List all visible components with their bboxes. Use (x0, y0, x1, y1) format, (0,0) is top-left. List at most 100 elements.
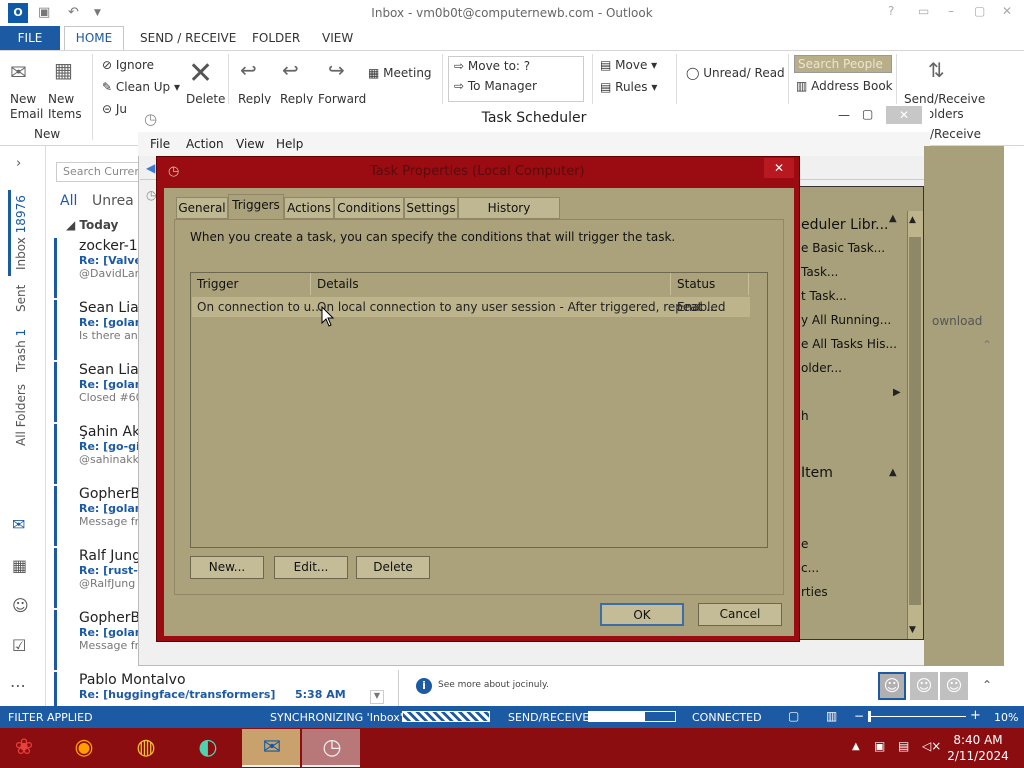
collapse-section-icon[interactable]: ▲ (889, 467, 897, 478)
network-icon[interactable]: ▤ (898, 739, 909, 753)
back-icon[interactable]: ◀ (146, 161, 155, 175)
scroll-up-icon[interactable]: ▲ (909, 215, 916, 225)
nav-trash[interactable]: Trash 1 (14, 329, 28, 372)
nav-inbox[interactable]: Inbox 18976 (14, 195, 28, 270)
tab-settings[interactable]: Settings (404, 197, 458, 219)
list-item[interactable]: Şahin AkRe: [go-git@sahinakk (54, 424, 138, 484)
submenu-arrow-icon[interactable]: ▶ (893, 387, 901, 398)
contact-photo-icon[interactable]: ☺ (910, 672, 938, 700)
delete-trigger-button[interactable]: Delete (356, 556, 430, 579)
action-partial-2[interactable]: c... (801, 561, 819, 575)
cancel-button[interactable]: Cancel (698, 603, 782, 626)
quick-step-move-to[interactable]: ⇨ Move to: ? (454, 59, 530, 74)
show-hidden-icons-icon[interactable]: ▲ (852, 741, 860, 752)
list-item[interactable]: Ralf JungRe: [rust-la@RalfJung (54, 548, 138, 608)
expand-folder-pane-icon[interactable]: › (16, 156, 21, 171)
action-create-basic-task[interactable]: e Basic Task... (801, 241, 885, 255)
mail-icon[interactable]: ✉ (12, 515, 25, 534)
list-item[interactable]: Pablo Montalvo Re: [huggingface/transfor… (54, 672, 370, 706)
zoom-slider[interactable] (868, 716, 966, 717)
maximize-icon[interactable]: ▢ (974, 4, 985, 18)
zoom-level[interactable]: 10% (994, 711, 1018, 724)
app-icon[interactable]: ◐ (188, 731, 228, 765)
action-new-folder[interactable]: older... (801, 361, 842, 375)
action-import-task[interactable]: t Task... (801, 289, 847, 303)
menu-view[interactable]: View (236, 137, 264, 151)
tab-conditions[interactable]: Conditions (334, 197, 404, 219)
table-row[interactable]: On connection to u... On local connectio… (192, 297, 750, 317)
menu-help[interactable]: Help (276, 137, 303, 151)
clean-up-button[interactable]: ✎ Clean Up ▾ (102, 80, 180, 95)
quick-step-to-manager[interactable]: ⇨ To Manager (454, 79, 537, 94)
new-trigger-button[interactable]: New... (190, 556, 264, 579)
ts-maximize-icon[interactable]: ▢ (862, 107, 873, 121)
scroll-down-icon[interactable]: ▼ (909, 625, 916, 635)
action-enable-history[interactable]: e All Tasks His... (801, 337, 897, 351)
nav-sent[interactable]: Sent (14, 285, 28, 312)
search-mailbox-input[interactable]: Search Curren (56, 162, 146, 182)
action-display-running[interactable]: y All Running... (801, 313, 891, 327)
list-item[interactable]: GopherB Re: [golan Message fr (54, 486, 138, 546)
ts-close-icon[interactable]: ✕ (886, 106, 922, 124)
zoom-slider-thumb[interactable] (868, 711, 871, 722)
column-header-status[interactable]: Status (671, 273, 749, 295)
new-email-button[interactable]: New Email (10, 92, 44, 122)
dialog-close-icon[interactable]: ✕ (764, 158, 794, 178)
column-header-trigger[interactable]: Trigger (191, 273, 311, 295)
action-properties[interactable]: rties (801, 585, 828, 599)
meeting-button[interactable]: ▦ Meeting (368, 66, 432, 81)
action-refresh[interactable]: h (801, 409, 809, 423)
ignore-button[interactable]: ⊘ Ignore (102, 58, 154, 73)
ok-button[interactable]: OK (600, 603, 684, 626)
address-book-button[interactable]: ▥ Address Book (796, 79, 893, 94)
close-icon[interactable]: ✕ (1002, 4, 1012, 18)
reading-view-icon[interactable]: ▥ (826, 709, 837, 723)
tab-general[interactable]: General (176, 197, 228, 219)
chrome-icon[interactable]: ◍ (126, 731, 166, 765)
normal-view-icon[interactable]: ▢ (788, 709, 799, 723)
list-item[interactable]: Sean Lia Re: [golan Closed #60 (54, 362, 138, 422)
tab-file[interactable]: FILE (0, 26, 60, 50)
unread-read-button[interactable]: ◯ Unread/ Read (686, 66, 785, 81)
calendar-icon[interactable]: ▦ (12, 556, 27, 575)
tab-history[interactable]: History (disabled) (458, 197, 560, 235)
volume-muted-icon[interactable]: ◁× (922, 739, 941, 753)
action-center-icon[interactable]: ▣ (874, 739, 885, 753)
filter-unread[interactable]: Unrea (92, 193, 134, 209)
search-people-input[interactable]: Search People (794, 55, 892, 73)
list-item[interactable]: GopherB Re: [golan Message fr (54, 610, 138, 670)
nav-all-folders[interactable]: All Folders (14, 384, 28, 446)
tab-send-receive[interactable]: SEND / RECEIVE (140, 31, 236, 45)
help-icon[interactable]: ? (888, 4, 894, 18)
clock-date[interactable]: 2/11/2024 (946, 749, 1010, 763)
menu-file[interactable]: File (150, 137, 170, 151)
tab-folder[interactable]: FOLDER (252, 31, 300, 45)
tab-triggers[interactable]: Triggers (228, 194, 284, 219)
people-pane-info[interactable]: See more about jocinuly. (438, 680, 549, 690)
more-icon[interactable]: ⋯ (10, 676, 26, 695)
collapse-people-pane-icon[interactable]: ⌃ (982, 678, 992, 692)
scrollbar-thumb[interactable] (909, 237, 921, 605)
move-button[interactable]: ▤ Move ▾ (600, 58, 657, 73)
ribbon-display-icon[interactable]: ▭ (918, 4, 929, 18)
tab-actions[interactable]: Actions (284, 197, 334, 219)
contact-photo-icon[interactable]: ☺ (940, 672, 968, 700)
filter-all[interactable]: All (60, 193, 77, 209)
scroll-down-icon[interactable]: ▼ (370, 690, 384, 704)
tasks-icon[interactable]: ☑ (12, 636, 26, 655)
edit-trigger-button[interactable]: Edit... (274, 556, 348, 579)
list-item[interactable]: zocker-1Re: [ValveS@DavidLar (54, 238, 138, 298)
start-button-icon[interactable]: ❀ (4, 731, 44, 765)
list-item[interactable]: Sean Lia Re: [golan Is there an (54, 300, 138, 360)
people-icon[interactable]: ☺ (12, 596, 29, 615)
firefox-icon[interactable]: ◉ (64, 731, 104, 765)
action-create-task[interactable]: Task... (801, 265, 838, 279)
chevron-up-icon[interactable]: ⌃ (982, 338, 992, 352)
group-today[interactable]: ◢ Today (66, 218, 118, 232)
zoom-in-icon[interactable]: + (970, 708, 981, 723)
menu-action[interactable]: Action (186, 137, 224, 151)
ts-minimize-icon[interactable]: — (838, 108, 850, 122)
rules-button[interactable]: ▤ Rules ▾ (600, 80, 657, 95)
collapse-section-icon[interactable]: ▲ (889, 213, 897, 224)
new-items-button[interactable]: New Items (48, 92, 88, 122)
